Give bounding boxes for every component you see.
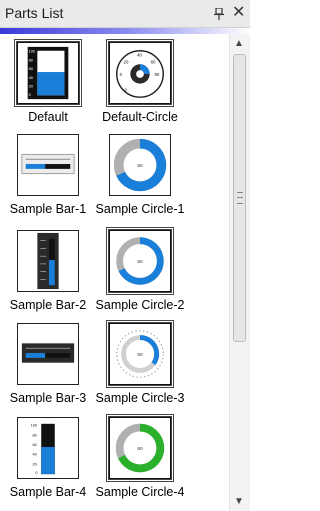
vertical-scrollbar[interactable]: ▲ ▼ <box>229 34 250 511</box>
scroll-down-icon[interactable]: ▼ <box>234 496 244 507</box>
part-thumbnail[interactable] <box>17 323 79 385</box>
horizontal-bar-gauge-icon <box>21 153 75 175</box>
dial-label: 40 <box>137 53 142 58</box>
scale-label: 20 <box>29 84 33 89</box>
close-icon[interactable]: ✕ <box>232 5 245 21</box>
part-label: Sample Circle-3 <box>95 391 185 405</box>
scale-label: 40 <box>29 75 33 80</box>
gauge-value: 60 <box>137 446 143 452</box>
part-thumbnail[interactable]: 60 <box>106 320 174 388</box>
circle-gauge-green-icon: 60 <box>115 423 165 473</box>
gauge-value: 60 <box>137 259 143 265</box>
gauge-value: 60 <box>137 352 143 358</box>
part-label: Sample Circle-2 <box>95 298 185 312</box>
scale-label: 80 <box>29 57 33 62</box>
part-label: Default-Circle <box>102 110 178 124</box>
part-label: Sample Bar-1 <box>9 202 87 216</box>
scale-label: 40 <box>33 452 37 457</box>
part-thumbnail[interactable]: 60 <box>106 414 174 482</box>
scale-label: 80 <box>33 432 37 437</box>
scale-label: 0 <box>35 470 37 475</box>
vertical-bar-gauge-icon: 100 80 60 40 20 0 <box>27 46 69 100</box>
circle-gauge-ticks-icon: 60 <box>116 330 164 378</box>
part-label: Sample Bar-4 <box>9 485 87 499</box>
panel-title: Parts List <box>5 5 64 21</box>
part-thumbnail[interactable] <box>17 134 79 196</box>
part-thumbnail[interactable]: 20 40 60 80 0 0 <box>106 39 174 107</box>
scale-label: 0 <box>29 92 31 97</box>
vertical-bar-gauge-dark-icon <box>37 232 59 290</box>
part-thumbnail[interactable]: 60 <box>109 134 171 196</box>
parts-list: 100 80 60 40 20 0 Default 20 40 60 80 0 … <box>0 34 229 511</box>
part-label: Sample Circle-4 <box>95 485 185 499</box>
scale-label: 100 <box>29 49 35 54</box>
part-thumbnail[interactable]: 100 80 60 40 20 0 <box>17 417 79 479</box>
scale-label: 60 <box>33 442 37 447</box>
part-thumbnail[interactable]: 100 80 60 40 20 0 <box>14 39 82 107</box>
dial-gauge-icon: 20 40 60 80 0 0 <box>116 50 164 98</box>
grip-icon <box>237 192 243 204</box>
part-thumbnail[interactable]: 60 <box>106 227 174 295</box>
dial-label: 20 <box>124 59 129 64</box>
scale-label: 100 <box>31 423 37 428</box>
dial-label: 80 <box>155 72 160 77</box>
part-label: Sample Circle-1 <box>95 202 185 216</box>
part-label: Sample Bar-3 <box>9 391 87 405</box>
scale-label: 20 <box>33 461 37 466</box>
part-thumbnail[interactable] <box>17 230 79 292</box>
part-label: Sample Bar-2 <box>9 298 87 312</box>
horizontal-bar-gauge-dark-icon <box>21 343 75 363</box>
scale-label: 60 <box>29 66 33 71</box>
circle-gauge-icon: 60 <box>116 237 164 285</box>
pin-icon[interactable] <box>214 8 224 20</box>
part-label: Default <box>28 110 68 124</box>
circle-gauge-icon: 60 <box>113 138 167 192</box>
scrollbar-thumb[interactable] <box>233 54 246 342</box>
vertical-bar-gauge-white-icon: 100 80 60 40 20 0 <box>31 423 55 475</box>
panel-titlebar: Parts List ✕ <box>0 0 250 28</box>
dial-label: 60 <box>151 59 156 64</box>
scroll-up-icon[interactable]: ▲ <box>234 38 244 49</box>
gauge-value: 60 <box>137 163 143 169</box>
